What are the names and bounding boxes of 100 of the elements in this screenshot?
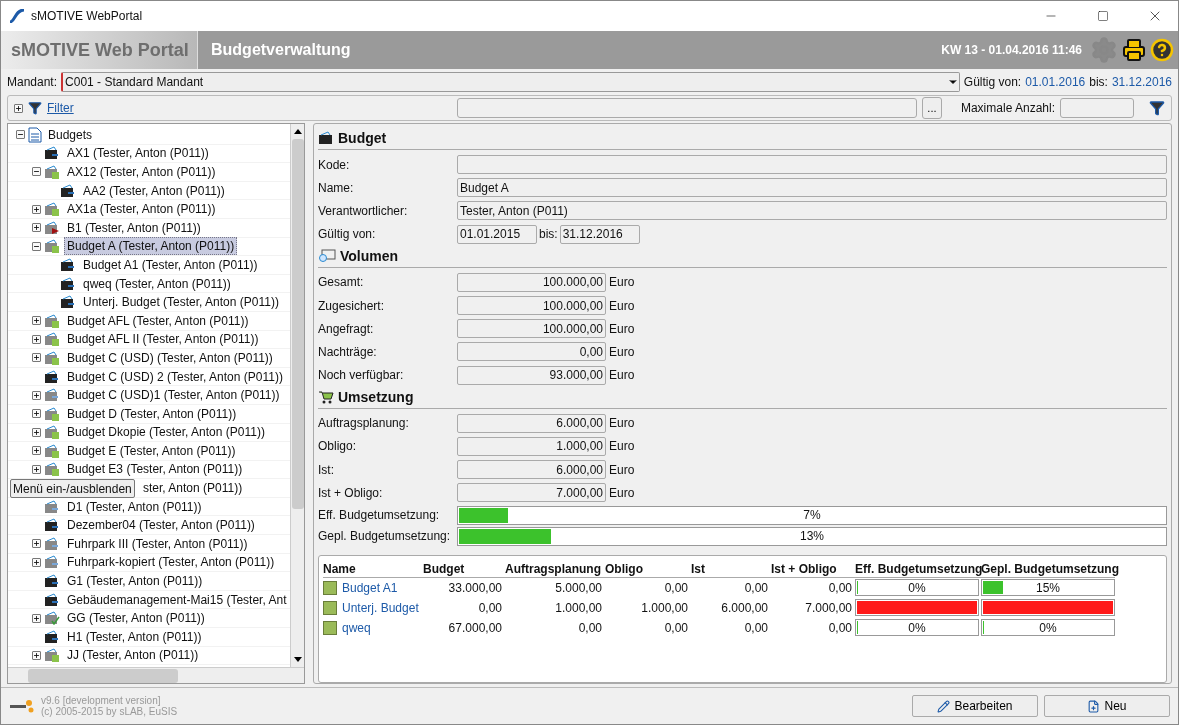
horizontal-scrollbar[interactable] bbox=[8, 667, 304, 683]
help-icon[interactable] bbox=[1150, 38, 1174, 62]
field-label: Nachträge: bbox=[318, 344, 378, 359]
mandant-dropdown[interactable]: C001 - Standard Mandant bbox=[61, 72, 960, 92]
browse-button[interactable]: ... bbox=[921, 97, 942, 119]
collapse-icon[interactable] bbox=[15, 130, 25, 140]
amount-field[interactable]: 100.000,00 bbox=[457, 296, 606, 316]
amount-field[interactable]: 6.000,00 bbox=[457, 413, 606, 433]
tree-item[interactable]: Budget C (USD)1 (Tester, Anton (P011)) bbox=[64, 386, 283, 405]
filter-input[interactable] bbox=[456, 98, 917, 118]
tree-item[interactable]: G1 (Tester, Anton (P011)) bbox=[64, 572, 206, 591]
tree-item[interactable]: B1 (Tester, Anton (P011)) bbox=[64, 218, 204, 237]
amount-field[interactable]: 93.000,00 bbox=[457, 365, 606, 385]
text-field[interactable] bbox=[457, 155, 1167, 175]
date-field[interactable]: 31.12.2016 bbox=[559, 224, 640, 244]
amount-field[interactable]: 6.000,00 bbox=[457, 460, 606, 480]
tree-item[interactable]: Budget E3 (Tester, Anton (P011)) bbox=[64, 460, 246, 479]
max-count-input[interactable] bbox=[1060, 98, 1134, 118]
mandant-label: Mandant: bbox=[7, 75, 58, 89]
budget-link[interactable]: qweq bbox=[342, 620, 371, 635]
tree-item[interactable]: AX1a (Tester, Anton (P011)) bbox=[64, 200, 219, 219]
expand-icon[interactable] bbox=[31, 390, 41, 400]
budget-link[interactable]: Budget A1 bbox=[342, 580, 398, 595]
tree-item[interactable]: Budget A (Tester, Anton (P011)) bbox=[64, 237, 238, 256]
field-label: Eff. Budgetumsetzung: bbox=[318, 508, 441, 523]
tree-item[interactable]: H1 (Tester, Anton (P011)) bbox=[64, 627, 205, 646]
tree-item[interactable]: AA2 (Tester, Anton (P011)) bbox=[80, 181, 228, 200]
expand-icon[interactable] bbox=[31, 427, 41, 437]
tree-item[interactable]: Fuhrpark III (Tester, Anton (P011)) bbox=[64, 534, 251, 553]
field-label: Kode: bbox=[318, 157, 351, 172]
expand-icon[interactable] bbox=[31, 650, 41, 660]
wallet-icon bbox=[318, 131, 334, 145]
expand-icon[interactable] bbox=[31, 316, 41, 326]
expand-icon[interactable] bbox=[31, 465, 41, 474]
printer-icon[interactable] bbox=[1122, 38, 1146, 62]
tooltip: Menü ein-/ausblenden bbox=[10, 479, 135, 499]
expand-icon[interactable] bbox=[31, 446, 41, 456]
unit-label: Euro bbox=[609, 321, 635, 336]
tree-item[interactable]: Budget E (Tester, Anton (P011)) bbox=[64, 441, 239, 460]
tree-item[interactable]: qweq (Tester, Anton (P011)) bbox=[80, 274, 234, 293]
expand-icon[interactable] bbox=[31, 353, 41, 363]
text-field[interactable]: Budget A bbox=[457, 178, 1167, 198]
tree-item[interactable]: AX1 (Tester, Anton (P011)) bbox=[64, 144, 212, 163]
filter-link[interactable]: Filter bbox=[47, 101, 74, 115]
scroll-up-icon[interactable] bbox=[293, 129, 302, 134]
column-header[interactable]: Eff. Budgetumsetzung bbox=[855, 561, 981, 578]
table-cell-text: 0,00 bbox=[663, 579, 689, 597]
collapse-icon[interactable] bbox=[31, 241, 41, 251]
vertical-scrollbar[interactable] bbox=[290, 124, 304, 667]
action-button[interactable]: Bearbeiten bbox=[912, 695, 1038, 717]
tree-item[interactable]: Budget Dkopie (Tester, Anton (P011)) bbox=[64, 423, 268, 442]
tree-root[interactable]: Budgets bbox=[45, 125, 96, 144]
expand-icon[interactable] bbox=[31, 539, 41, 549]
expand-icon[interactable] bbox=[31, 204, 41, 214]
field-label: Gepl. Budgetumsetzung: bbox=[318, 529, 452, 544]
tree-item[interactable]: JJ (Tester, Anton (P011)) bbox=[64, 646, 202, 665]
expand-icon[interactable] bbox=[31, 613, 41, 623]
amount-field[interactable]: 1.000,00 bbox=[457, 436, 606, 456]
column-header[interactable]: Ist bbox=[691, 561, 771, 578]
tree-item[interactable]: Fuhrpark-kopiert (Tester, Anton (P011)) bbox=[64, 553, 278, 572]
collapse-icon[interactable] bbox=[31, 167, 41, 177]
tree-item[interactable]: AX12 (Tester, Anton (P011)) bbox=[64, 163, 219, 181]
scroll-down-icon[interactable] bbox=[293, 657, 302, 662]
column-header[interactable]: Auftragsplanung bbox=[505, 561, 605, 578]
expand-icon[interactable] bbox=[31, 223, 41, 233]
filter-apply-icon[interactable] bbox=[1149, 100, 1165, 116]
date-field[interactable]: 01.01.2015 bbox=[457, 224, 537, 244]
tree-item[interactable]: Budget D (Tester, Anton (P011)) bbox=[64, 404, 240, 423]
column-header[interactable]: Obligo bbox=[605, 561, 691, 578]
tree-item[interactable]: Budget AFL II (Tester, Anton (P011)) bbox=[64, 330, 262, 349]
amount-field[interactable]: 7.000,00 bbox=[457, 483, 606, 503]
maximize-icon bbox=[1097, 10, 1109, 22]
tree-item[interactable]: Gebäudemanagement-Mai15 (Tester, Ant bbox=[64, 590, 290, 609]
tree-item[interactable]: Dezember04 (Tester, Anton (P011)) bbox=[64, 516, 258, 535]
cart-icon bbox=[318, 389, 334, 404]
expand-icon[interactable] bbox=[31, 557, 41, 567]
field-label: Auftragsplanung: bbox=[318, 416, 410, 431]
tree-item[interactable]: Budget C (USD) 2 (Tester, Anton (P011)) bbox=[64, 367, 286, 386]
tree-item[interactable]: GG (Tester, Anton (P011)) bbox=[64, 609, 208, 628]
table-cell-text: 0,00 bbox=[663, 619, 689, 637]
tree-item[interactable]: Unterj. Budget (Tester, Anton (P011)) bbox=[80, 293, 282, 312]
amount-field[interactable]: 100.000,00 bbox=[457, 319, 606, 339]
expand-icon[interactable] bbox=[14, 103, 23, 113]
expand-icon[interactable] bbox=[31, 409, 41, 419]
field-label: Noch verfügbar: bbox=[318, 368, 405, 383]
column-header[interactable]: Budget bbox=[423, 561, 505, 578]
column-header[interactable]: Ist + Obligo bbox=[771, 561, 855, 578]
budget-link[interactable]: Unterj. Budget bbox=[342, 600, 419, 615]
tree-item[interactable]: ster, Anton (P011)) bbox=[140, 479, 246, 498]
version-text: v9.6 [development version] bbox=[41, 695, 161, 706]
column-header[interactable]: Name bbox=[323, 561, 423, 578]
amount-field[interactable]: 100.000,00 bbox=[457, 272, 606, 292]
tree-item[interactable]: D1 (Tester, Anton (P011)) bbox=[64, 497, 205, 516]
amount-field[interactable]: 0,00 bbox=[457, 342, 606, 362]
tree-item[interactable]: Budget A1 (Tester, Anton (P011)) bbox=[80, 255, 261, 274]
tree-item[interactable]: Budget AFL (Tester, Anton (P011)) bbox=[64, 311, 252, 330]
tree-item[interactable]: Budget C (USD) (Tester, Anton (P011)) bbox=[64, 348, 276, 367]
expand-icon[interactable] bbox=[31, 334, 41, 344]
action-button[interactable]: Neu bbox=[1044, 695, 1170, 717]
text-field[interactable]: Tester, Anton (P011) bbox=[457, 201, 1167, 221]
